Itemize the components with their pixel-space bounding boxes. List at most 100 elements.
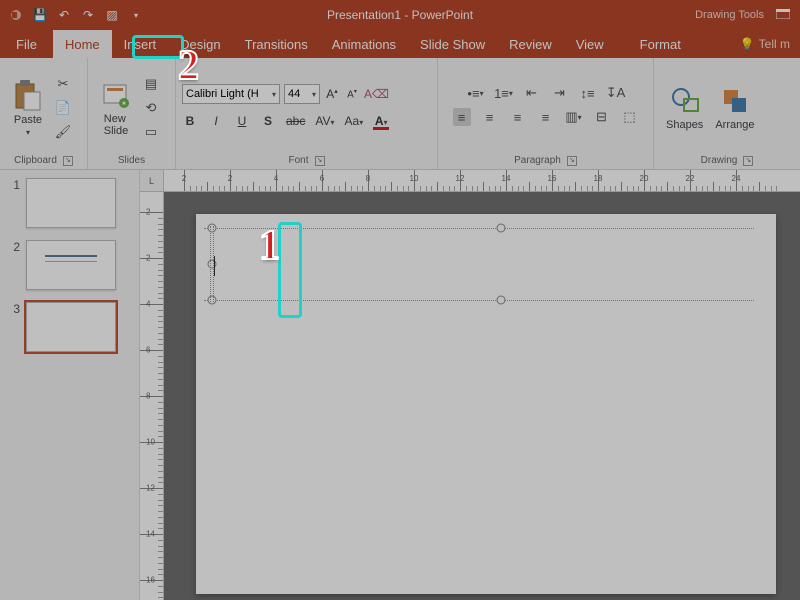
svg-text:✶: ✶ xyxy=(121,99,128,108)
thumbnail-slide-2[interactable] xyxy=(26,240,116,290)
bullets-icon[interactable]: •≡▾ xyxy=(467,84,485,102)
qat-customize-icon[interactable]: ▾ xyxy=(128,7,144,23)
copy-icon[interactable]: 📄 xyxy=(54,99,72,117)
thumbnail-row[interactable]: 3 xyxy=(6,302,133,352)
thumbnail-number: 1 xyxy=(6,178,20,192)
cut-icon[interactable]: ✂ xyxy=(54,75,72,93)
tab-home[interactable]: Home xyxy=(53,30,112,58)
tab-slideshow[interactable]: Slide Show xyxy=(408,30,497,58)
thumbnail-number: 2 xyxy=(6,240,20,254)
align-right-button[interactable]: ≡ xyxy=(509,108,527,126)
resize-handle[interactable] xyxy=(497,296,506,305)
font-color-button[interactable]: A▾ xyxy=(373,114,389,128)
dialog-launcher-paragraph[interactable] xyxy=(567,156,577,166)
window-title: Presentation1 - PowerPoint xyxy=(327,8,473,22)
align-center-button[interactable]: ≡ xyxy=(481,108,499,126)
italic-button[interactable]: I xyxy=(208,114,224,128)
slide-thumbnails-panel: 1 2 3 xyxy=(0,170,140,600)
group-paragraph-label: Paragraph xyxy=(514,155,561,166)
redo-icon[interactable]: ↷ xyxy=(80,7,96,23)
new-slide-button[interactable]: ✶ New Slide xyxy=(94,77,138,139)
group-font: Calibri Light (H ▾ 44 ▾ A▴ A▾ A⌫ B I U S… xyxy=(176,58,438,169)
increase-indent-icon[interactable]: ⇥ xyxy=(551,84,569,102)
group-paragraph: •≡▾ 1≡▾ ⇤ ⇥ ↕≡ ↧A ≡ ≡ ≡ ≡ ▥▾ ⊟ ⬚ Paragra… xyxy=(438,58,654,169)
clear-formatting-icon[interactable]: A⌫ xyxy=(364,87,389,101)
reset-icon[interactable]: ⟲ xyxy=(142,99,160,117)
undo-icon[interactable]: ↶ xyxy=(56,7,72,23)
shrink-font-icon[interactable]: A▾ xyxy=(344,88,360,100)
tab-animations[interactable]: Animations xyxy=(320,30,408,58)
thumbnail-slide-3[interactable] xyxy=(26,302,116,352)
section-icon[interactable]: ▭ xyxy=(142,123,160,141)
dialog-launcher-clipboard[interactable] xyxy=(63,156,73,166)
app-icon xyxy=(8,7,24,23)
chevron-down-icon: ▾ xyxy=(26,128,30,137)
char-spacing-button[interactable]: AV▾ xyxy=(315,114,334,128)
group-clipboard-label: Clipboard xyxy=(14,155,57,166)
tab-format[interactable]: Format xyxy=(628,30,693,58)
workspace: 1 2 3 L 224681012141618202224 2246810121… xyxy=(0,170,800,600)
strikethrough-button[interactable]: abc xyxy=(286,114,305,128)
start-from-beginning-icon[interactable]: ▨ xyxy=(104,7,120,23)
new-slide-icon: ✶ xyxy=(100,79,132,111)
align-text-icon[interactable]: ⊟ xyxy=(593,108,611,126)
format-painter-icon[interactable]: 🖌 xyxy=(54,123,72,141)
title-bar: 💾 ↶ ↷ ▨ ▾ Presentation1 - PowerPoint Dra… xyxy=(0,0,800,30)
text-cursor xyxy=(214,256,215,276)
quick-access-toolbar: 💾 ↶ ↷ ▨ ▾ xyxy=(0,7,144,23)
paste-button[interactable]: Paste ▾ xyxy=(6,78,50,139)
thumbnail-row[interactable]: 2 xyxy=(6,240,133,290)
tell-me-label: Tell m xyxy=(759,37,790,51)
ribbon-options-icon[interactable] xyxy=(776,8,790,22)
thumbnail-slide-1[interactable] xyxy=(26,178,116,228)
columns-icon[interactable]: ▥▾ xyxy=(565,108,583,126)
thumbnail-row[interactable]: 1 xyxy=(6,178,133,228)
grow-font-icon[interactable]: A▴ xyxy=(324,87,340,101)
group-drawing: Shapes Arrange Drawing xyxy=(654,58,800,169)
group-drawing-label: Drawing xyxy=(701,155,738,166)
callout-highlight-insert xyxy=(132,35,184,59)
line-spacing-icon[interactable]: ↕≡ xyxy=(579,84,597,102)
tell-me[interactable]: 💡 Tell m xyxy=(740,30,800,58)
callout-number-2: 2 xyxy=(178,42,199,90)
chevron-down-icon: ▾ xyxy=(312,90,316,99)
bold-button[interactable]: B xyxy=(182,114,198,128)
arrange-icon xyxy=(719,85,751,117)
tab-file[interactable]: File xyxy=(0,30,53,58)
justify-button[interactable]: ≡ xyxy=(537,108,555,126)
resize-handle[interactable] xyxy=(497,224,506,233)
save-icon[interactable]: 💾 xyxy=(32,7,48,23)
ruler-corner[interactable]: L xyxy=(140,170,164,192)
decrease-indent-icon[interactable]: ⇤ xyxy=(523,84,541,102)
arrange-button[interactable]: Arrange xyxy=(709,83,760,133)
tab-transitions[interactable]: Transitions xyxy=(233,30,320,58)
paste-label: Paste xyxy=(14,114,42,126)
shapes-button[interactable]: Shapes xyxy=(660,83,709,133)
font-size-selector[interactable]: 44 ▾ xyxy=(284,84,320,104)
change-case-button[interactable]: Aa▾ xyxy=(345,114,364,128)
dialog-launcher-font[interactable] xyxy=(315,156,325,166)
smartart-icon[interactable]: ⬚ xyxy=(621,108,639,126)
shadow-button[interactable]: S xyxy=(260,114,276,128)
vertical-ruler[interactable]: 2246810121416 xyxy=(140,192,164,600)
text-direction-icon[interactable]: ↧A xyxy=(607,84,625,102)
paste-icon xyxy=(12,80,44,112)
ribbon-tabs: File Home Insert Design Transitions Anim… xyxy=(0,30,800,58)
group-slides-label: Slides xyxy=(118,155,145,166)
underline-button[interactable]: U xyxy=(234,114,250,128)
slide-editor: L 224681012141618202224 2246810121416 xyxy=(140,170,800,600)
layout-icon[interactable]: ▤ xyxy=(142,75,160,93)
contextual-tab-label: Drawing Tools xyxy=(695,9,764,21)
horizontal-ruler[interactable]: 224681012141618202224 xyxy=(164,170,800,192)
group-slides: ✶ New Slide ▤ ⟲ ▭ Slides xyxy=(88,58,176,169)
align-left-button[interactable]: ≡ xyxy=(453,108,471,126)
shapes-icon xyxy=(669,85,701,117)
tab-view[interactable]: View xyxy=(564,30,616,58)
new-slide-label: New Slide xyxy=(104,113,128,137)
tab-review[interactable]: Review xyxy=(497,30,564,58)
dialog-launcher-drawing[interactable] xyxy=(743,156,753,166)
callout-highlight-textbox xyxy=(278,222,302,318)
numbering-icon[interactable]: 1≡▾ xyxy=(495,84,513,102)
font-size-value: 44 xyxy=(288,88,300,100)
ribbon: Paste ▾ ✂ 📄 🖌 Clipboard ✶ New Slide ▤ xyxy=(0,58,800,170)
